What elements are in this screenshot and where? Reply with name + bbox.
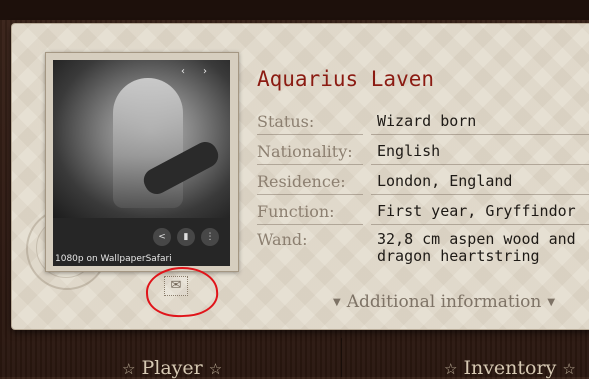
field-value: First year, Gryffindor bbox=[377, 202, 576, 220]
value-underline bbox=[371, 134, 589, 135]
field-nationality: Nationality: English bbox=[257, 142, 589, 170]
additional-info-label: Additional information bbox=[346, 292, 542, 312]
star-icon: ☆ bbox=[208, 360, 223, 378]
field-value: English bbox=[377, 142, 441, 160]
field-label: Nationality: bbox=[257, 142, 353, 161]
avatar-image[interactable]: ‹ › < ▮ ⋮ 1080p on WallpaperSafari bbox=[53, 60, 230, 266]
field-wand: Wand: 32,8 cm aspen wood and dragon hear… bbox=[257, 230, 589, 270]
additional-info-toggle[interactable]: ▼ Additional information ▼ bbox=[327, 292, 561, 312]
share-icon[interactable]: < bbox=[153, 228, 171, 246]
field-label: Status: bbox=[257, 112, 315, 131]
bookmark-icon[interactable]: ▮ bbox=[177, 228, 195, 246]
field-residence: Residence: London, England bbox=[257, 172, 589, 200]
field-status: Status: Wizard born bbox=[257, 112, 589, 140]
label-underline bbox=[257, 224, 363, 225]
field-value: London, England bbox=[377, 172, 513, 190]
field-value: Wizard born bbox=[377, 112, 477, 130]
tab-divider bbox=[341, 338, 342, 377]
star-icon: ☆ bbox=[444, 360, 458, 378]
label-underline bbox=[257, 164, 363, 165]
character-name: Aquarius Laven bbox=[257, 67, 435, 91]
tab-label: Player bbox=[141, 357, 203, 379]
tab-label: Inventory bbox=[463, 357, 557, 379]
chevron-down-icon: ▼ bbox=[333, 297, 341, 308]
label-underline bbox=[257, 134, 363, 135]
chevron-down-icon: ▼ bbox=[547, 297, 556, 308]
tab-inventory[interactable]: ☆ Inventory ☆ bbox=[438, 357, 582, 379]
field-value: 32,8 cm aspen wood and dragon heartstrin… bbox=[377, 230, 576, 265]
photo-prev-icon[interactable]: ‹ bbox=[181, 66, 185, 77]
field-function: Function: First year, Gryffindor bbox=[257, 202, 589, 230]
field-label: Function: bbox=[257, 202, 335, 221]
label-underline bbox=[257, 194, 363, 195]
mail-icon[interactable]: ✉ bbox=[164, 276, 188, 296]
star-icon: ☆ bbox=[562, 360, 576, 378]
photo-caption[interactable]: 1080p on WallpaperSafari bbox=[55, 254, 172, 264]
value-underline bbox=[371, 224, 589, 225]
value-underline bbox=[371, 164, 589, 165]
value-underline bbox=[371, 194, 589, 195]
star-icon: ☆ bbox=[122, 360, 136, 378]
avatar-artwork bbox=[53, 60, 230, 218]
top-strip bbox=[0, 0, 589, 20]
field-label: Residence: bbox=[257, 172, 346, 191]
photo-next-icon[interactable]: › bbox=[203, 66, 207, 77]
more-icon[interactable]: ⋮ bbox=[201, 228, 219, 246]
field-label: Wand: bbox=[257, 230, 308, 249]
avatar-frame: ‹ › < ▮ ⋮ 1080p on WallpaperSafari bbox=[45, 52, 239, 272]
tab-player[interactable]: ☆ Player ☆ bbox=[116, 357, 228, 379]
